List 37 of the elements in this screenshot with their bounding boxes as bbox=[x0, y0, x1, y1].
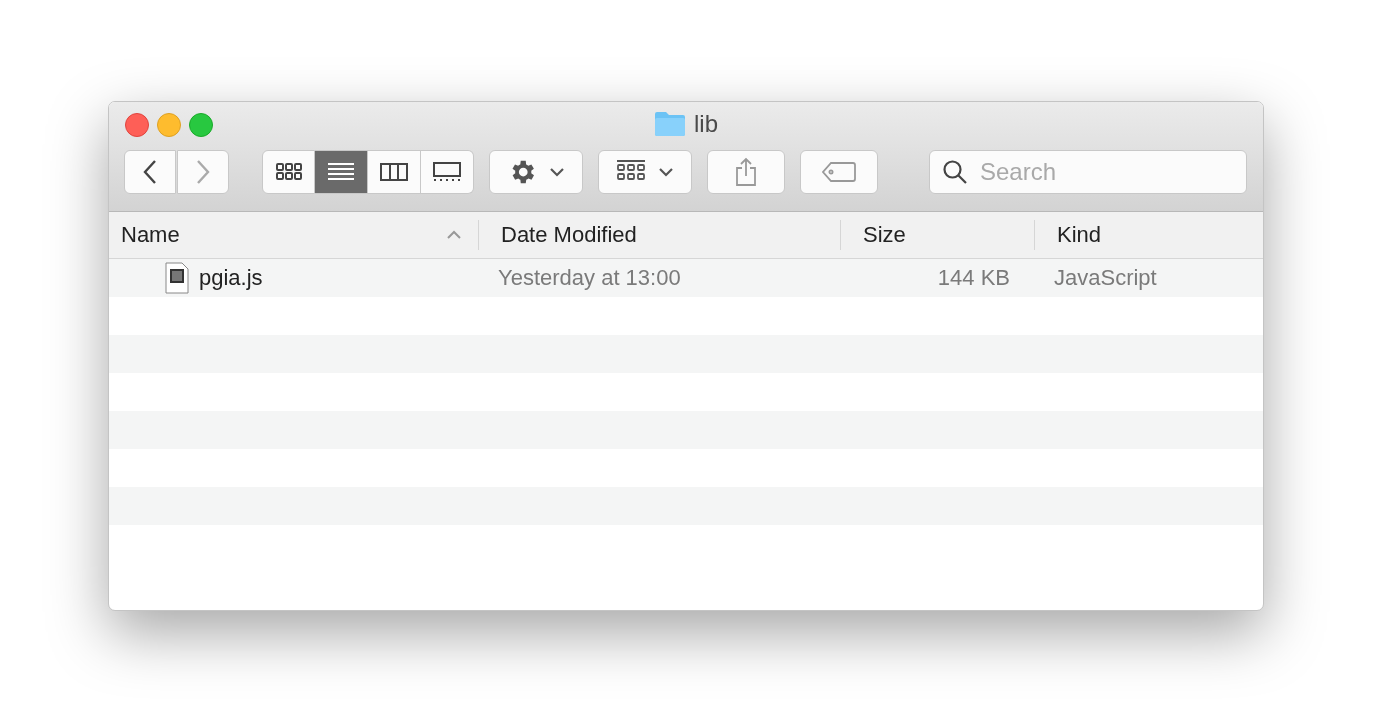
file-kind: JavaScript bbox=[1053, 265, 1158, 291]
view-mode-button[interactable] bbox=[368, 150, 421, 194]
column-title: Name bbox=[121, 222, 180, 248]
column-title: Date Modified bbox=[501, 222, 637, 248]
back-button[interactable] bbox=[124, 150, 176, 194]
file-row[interactable]: pgia.js Yesterday at 13:00 144 KB JavaScript bbox=[109, 259, 1263, 297]
column-header[interactable]: Name bbox=[109, 220, 478, 250]
search-input[interactable]: Search bbox=[978, 157, 1222, 187]
window-title: lib bbox=[694, 110, 718, 138]
action-menu-button[interactable] bbox=[489, 150, 583, 194]
tag-button[interactable] bbox=[800, 150, 878, 194]
folder-icon bbox=[654, 111, 686, 137]
group-menu-button[interactable] bbox=[598, 150, 692, 194]
column-title: Kind bbox=[1057, 222, 1102, 248]
view-mode-button[interactable] bbox=[421, 150, 474, 194]
column-title: Size bbox=[863, 222, 906, 248]
script-file-icon bbox=[165, 262, 189, 294]
close-button[interactable] bbox=[125, 113, 149, 137]
column-header[interactable]: Kind bbox=[1034, 220, 1263, 250]
view-mode-button[interactable] bbox=[315, 150, 368, 194]
file-name: pgia.js bbox=[199, 265, 263, 291]
column-header[interactable]: Date Modified bbox=[478, 220, 840, 250]
share-button[interactable] bbox=[707, 150, 785, 194]
chevron-down-icon bbox=[549, 167, 565, 177]
share-icon bbox=[734, 157, 758, 187]
search-bar[interactable]: Search bbox=[929, 150, 1247, 194]
columns-icon bbox=[379, 160, 409, 184]
tag-icon bbox=[821, 161, 857, 183]
column-header[interactable]: Size bbox=[840, 220, 1034, 250]
chevron-right-icon bbox=[196, 159, 210, 185]
file-size: 144 KB bbox=[936, 265, 1011, 291]
date-modified: Yesterday at 13:00 bbox=[497, 265, 682, 291]
view-mode-button[interactable] bbox=[262, 150, 315, 194]
gallery-icon bbox=[432, 160, 462, 184]
chevron-left-icon bbox=[143, 159, 157, 185]
chevron-down-icon bbox=[658, 167, 674, 177]
search-icon bbox=[942, 159, 968, 185]
